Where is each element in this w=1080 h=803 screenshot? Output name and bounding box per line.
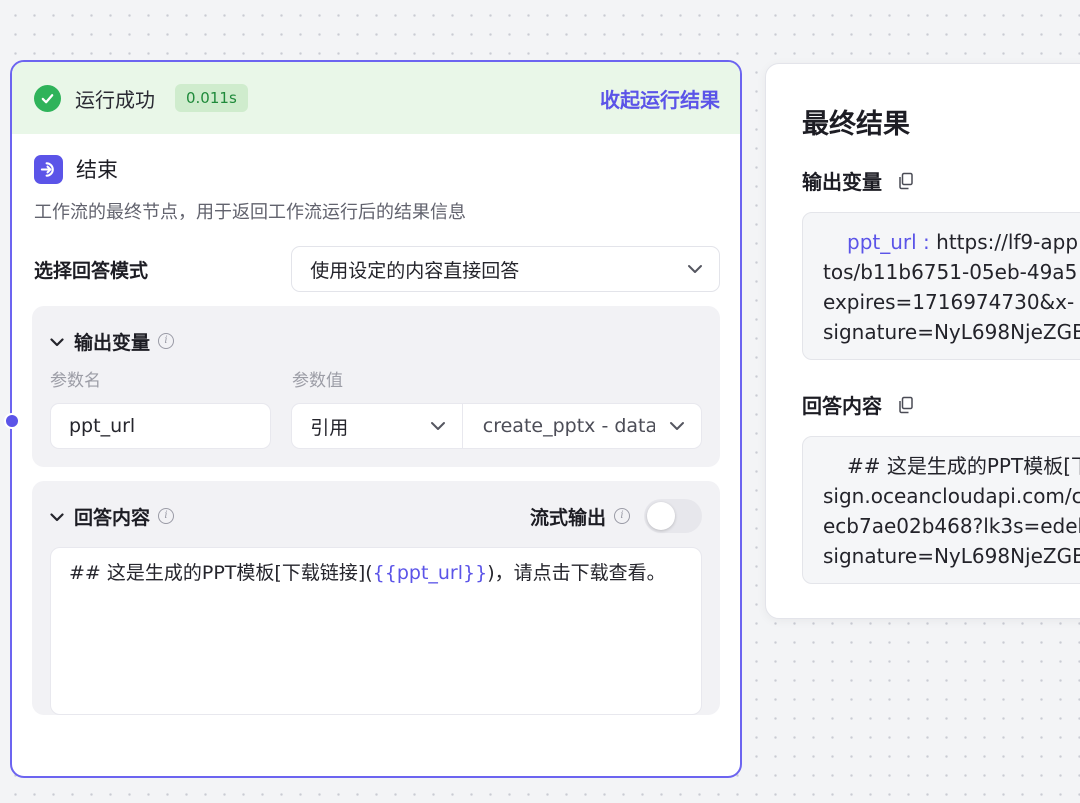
answer-line-3: ecb7ae02b468?lk3s=edeb xyxy=(823,514,1080,538)
collapse-chevron-icon[interactable] xyxy=(50,332,64,351)
answer-label-text: 回答内容 xyxy=(802,394,882,418)
info-icon[interactable]: i xyxy=(158,333,175,349)
info-icon[interactable]: i xyxy=(158,508,175,524)
answer-content-value: ## 这是生成的PPT模板[下 sign.oceancloudapi.com/c… xyxy=(802,436,1080,584)
param-column-labels: 参数名 参数值 xyxy=(50,366,702,391)
node-header: 结束 xyxy=(12,134,740,184)
stream-output-control: 流式输出 i xyxy=(530,499,702,533)
run-status-text: 运行成功 xyxy=(75,87,155,112)
toggle-knob xyxy=(647,502,675,530)
answer-line-1: ## 这是生成的PPT模板[下 xyxy=(847,454,1080,478)
copy-icon[interactable] xyxy=(898,396,914,414)
stream-output-toggle[interactable] xyxy=(644,499,702,533)
param-row: ppt_url 引用 create_pptx - data xyxy=(50,403,703,467)
stream-output-label: 流式输出 xyxy=(529,506,606,529)
answer-line-4: signature=NyL698NjeZGB xyxy=(823,544,1080,568)
collapse-result-button[interactable]: 收起运行结果 xyxy=(600,84,720,113)
check-circle-icon xyxy=(34,84,61,112)
answer-text-before: ## 这是生成的PPT模板[下载链接]( xyxy=(69,562,373,584)
param-ref-type-select[interactable]: 引用 xyxy=(291,403,463,449)
run-status-bar: 运行成功 0.011s 收起运行结果 xyxy=(12,62,740,134)
output-line-2: tos/b11b6751-05eb-49a5 xyxy=(823,260,1078,284)
output-variables-value: ppt_url : https://lf9-app tos/b11b6751-0… xyxy=(802,212,1080,360)
copy-icon[interactable] xyxy=(898,172,914,190)
output-variables-section: 输出变量 i 参数名 参数值 ppt_url 引用 create_pptx - … xyxy=(32,306,720,467)
output-variables-label: 输出变量 xyxy=(802,166,914,195)
answer-mode-select[interactable]: 使用设定的内容直接回答 xyxy=(291,246,720,292)
end-node-icon xyxy=(34,154,63,184)
node-input-port[interactable] xyxy=(4,413,20,429)
param-name-header: 参数名 xyxy=(50,371,101,391)
final-result-title: 最终结果 xyxy=(802,109,910,140)
answer-line-2: sign.oceancloudapi.com/c xyxy=(823,484,1080,508)
answer-text-after: )，请点击下载查看。 xyxy=(487,562,666,584)
chevron-down-icon xyxy=(669,421,685,431)
output-line-4: signature=NyL698NjeZGB xyxy=(823,320,1080,344)
answer-content-editor[interactable]: ## 这是生成的PPT模板[下载链接]({{ppt_url}})，请点击下载查看… xyxy=(50,547,702,715)
ref-value-text: create_pptx - data xyxy=(482,415,655,437)
chevron-down-icon xyxy=(430,421,446,431)
node-title: 结束 xyxy=(76,158,118,182)
info-icon[interactable]: i xyxy=(614,508,630,524)
answer-content-section: 回答内容 i 流式输出 i ## 这是生成的PPT模板[下载链接]({{ppt_… xyxy=(32,481,720,715)
run-time-badge: 0.011s xyxy=(175,84,248,112)
answer-content-label: 回答内容 xyxy=(802,390,914,419)
answer-variable-ref: {{ppt_url}} xyxy=(372,562,488,584)
output-variables-title: 输出变量 xyxy=(74,331,151,354)
output-line-1: https://lf9-app xyxy=(936,230,1079,254)
ref-type-value: 引用 xyxy=(310,416,349,439)
answer-content-title: 回答内容 xyxy=(74,506,151,529)
answer-mode-label: 选择回答模式 xyxy=(34,259,149,282)
collapse-chevron-icon[interactable] xyxy=(50,507,64,526)
end-node-card[interactable]: 运行成功 0.011s 收起运行结果 结束 工作流的最终节点，用于返回工作流运行… xyxy=(10,60,742,778)
output-label-text: 输出变量 xyxy=(802,170,882,194)
answer-mode-row: 选择回答模式 使用设定的内容直接回答 xyxy=(12,224,740,292)
param-value-header: 参数值 xyxy=(292,371,343,391)
chevron-down-icon xyxy=(687,264,703,274)
param-name-input[interactable]: ppt_url xyxy=(50,403,272,449)
node-description: 工作流的最终节点，用于返回工作流运行后的结果信息 xyxy=(34,202,466,223)
output-line-3: expires=1716974730&x- xyxy=(823,290,1075,314)
output-key: ppt_url : xyxy=(847,230,937,254)
final-result-panel: 最终结果 输出变量 ppt_url : https://lf9-app tos/… xyxy=(765,63,1080,619)
param-value-select[interactable]: create_pptx - data xyxy=(462,403,703,449)
answer-mode-value: 使用设定的内容直接回答 xyxy=(310,259,520,282)
